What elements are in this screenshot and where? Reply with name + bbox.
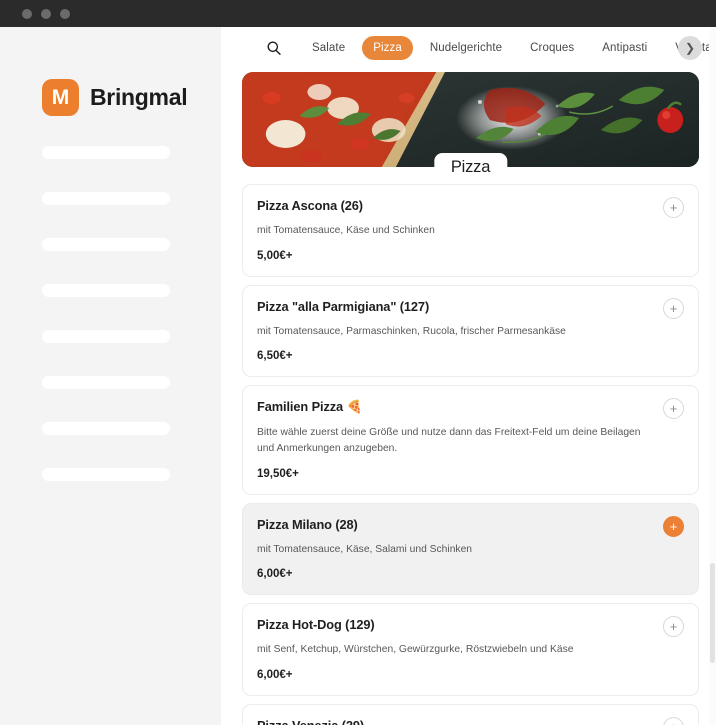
- app-window: M Bringmal Salate Pizza Nudelgerichte Croqu…: [0, 0, 716, 725]
- window-maximize-dot[interactable]: [60, 8, 70, 19]
- menu-item-card[interactable]: Pizza Venezia (29)mit Tomatensauce, Käse…: [242, 703, 699, 725]
- menu-item-title: Pizza Venezia (29): [257, 718, 681, 725]
- sidebar-skeleton-bar: [42, 284, 170, 297]
- window-minimize-dot[interactable]: [41, 8, 51, 19]
- sidebar-skeleton-list: [42, 146, 170, 514]
- brand-name: Bringmal: [90, 84, 188, 110]
- category-tab-salate[interactable]: Salate: [301, 36, 356, 60]
- window-close-dot[interactable]: [22, 8, 32, 19]
- menu-item-price: 6,50€+: [257, 350, 293, 363]
- menu-item-list: Pizza Ascona (26) mit Tomatensauce, Käse …: [221, 184, 716, 725]
- menu-item-title: Pizza Hot-Dog (129): [257, 617, 375, 633]
- hero-category-label: Pizza: [433, 153, 508, 184]
- category-tab-antipasti[interactable]: Antipasti: [591, 36, 658, 60]
- add-item-button[interactable]: +: [663, 297, 684, 319]
- sidebar-skeleton-bar: [42, 238, 170, 251]
- menu-item-price: 19,50€+: [257, 467, 299, 480]
- sidebar-skeleton-bar: [42, 146, 170, 159]
- chevron-right-icon[interactable]: ❯: [678, 36, 702, 60]
- menu-item-card[interactable]: Familien Pizza 🍕 Bitte wähle zuerst deine…: [242, 385, 699, 495]
- add-item-button[interactable]: +: [663, 616, 684, 638]
- menu-item-card[interactable]: Pizza Milano (28) mit Tomatensauce, Käse,…: [242, 502, 699, 596]
- sidebar: M Bringmal: [0, 27, 221, 725]
- category-pill-list: Salate Pizza Nudelgerichte Croques Antipasti…: [301, 35, 716, 60]
- menu-item-price: 6,00€+: [257, 568, 293, 581]
- main-panel: Salate Pizza Nudelgerichte Croques Antipasti…: [221, 27, 716, 725]
- menu-item-price: 5,00€+: [257, 249, 293, 262]
- brand-mark-icon: M: [42, 79, 79, 116]
- add-item-button[interactable]: +: [663, 398, 684, 420]
- menu-item-description: mit Tomatensauce, Käse und Schinken: [257, 225, 435, 236]
- menu-item-price: 6,00€+: [257, 668, 293, 681]
- menu-item-card[interactable]: Pizza "alla Parmigiana" (127) mit Tomaten…: [242, 284, 699, 378]
- add-item-button[interactable]: +: [663, 515, 684, 537]
- menu-item-card[interactable]: Pizza Ascona (26) mit Tomatensauce, Käse …: [242, 184, 699, 277]
- window-titlebar: [0, 0, 716, 27]
- search-icon[interactable]: [261, 35, 287, 61]
- menu-item-description: Bitte wähle zuerst deine Größe und nutze…: [257, 427, 641, 454]
- sidebar-skeleton-bar: [42, 330, 170, 343]
- category-tab-pizza[interactable]: Pizza: [362, 35, 413, 60]
- menu-item-title: Pizza Ascona (26): [257, 198, 363, 213]
- menu-item-title: Pizza "alla Parmigiana" (127): [257, 298, 430, 314]
- menu-item-title: Pizza Milano (28): [257, 516, 358, 532]
- category-tab-nudelgerichte[interactable]: Nudelgerichte: [419, 36, 513, 60]
- scrollbar-thumb[interactable]: [710, 563, 715, 663]
- menu-item-description: mit Senf, Ketchup, Würstchen, Gewürzgurk…: [257, 644, 574, 656]
- menu-item-card[interactable]: Pizza Hot-Dog (129) mit Senf, Ketchup, Wü…: [242, 603, 699, 696]
- add-item-button[interactable]: +: [663, 197, 684, 218]
- sidebar-skeleton-bar: [42, 422, 170, 435]
- sidebar-skeleton-bar: [42, 468, 170, 481]
- sidebar-skeleton-bar: [42, 192, 170, 205]
- sidebar-skeleton-bar: [42, 376, 170, 389]
- category-nav: Salate Pizza Nudelgerichte Croques Antipasti…: [221, 27, 716, 68]
- hero-banner: Pizza: [242, 72, 699, 184]
- category-tab-croques[interactable]: Croques: [519, 36, 585, 60]
- menu-item-description: mit Tomatensauce, Parmaschinken, Rucola,…: [257, 325, 566, 337]
- menu-item-description: mit Tomatensauce, Käse, Salami und Schin…: [257, 543, 473, 555]
- brand-logo[interactable]: M Bringmal: [42, 79, 188, 116]
- menu-item-title: Familien Pizza 🍕: [257, 399, 363, 415]
